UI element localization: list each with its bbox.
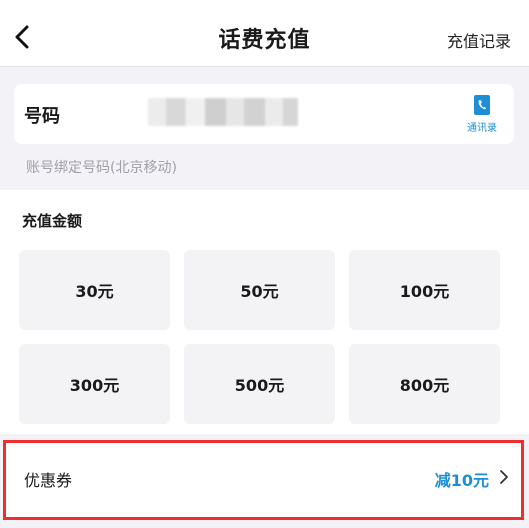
recharge-amount-section: 充值金额 30元 50元 100元 300元 500元 800元 bbox=[0, 190, 529, 434]
amount-options-grid: 30元 50元 100元 300元 500元 800元 bbox=[19, 250, 501, 424]
phone-number-label: 号码 bbox=[24, 106, 60, 127]
amount-option-30[interactable]: 30元 bbox=[19, 250, 170, 330]
top-nav-bar: 话费充值 充值记录 bbox=[0, 0, 529, 67]
contacts-label: 通讯录 bbox=[467, 123, 497, 134]
amount-option-800[interactable]: 800元 bbox=[349, 344, 500, 424]
phone-number-input[interactable] bbox=[148, 98, 298, 126]
chevron-right-icon bbox=[500, 470, 508, 484]
amount-option-500[interactable]: 500元 bbox=[184, 344, 335, 424]
contacts-book-icon bbox=[474, 95, 490, 115]
coupon-discount-value: 减10元 bbox=[434, 471, 489, 490]
phone-number-card: 号码 通讯录 bbox=[14, 84, 514, 144]
recharge-history-link[interactable]: 充值记录 bbox=[447, 28, 511, 52]
coupon-row[interactable]: 优惠券 减10元 bbox=[3, 440, 524, 520]
amount-section-title: 充值金额 bbox=[22, 212, 83, 230]
amount-option-300[interactable]: 300元 bbox=[19, 344, 170, 424]
coupon-label: 优惠券 bbox=[24, 471, 73, 490]
contacts-button[interactable]: 通讯录 bbox=[462, 94, 502, 138]
amount-option-100[interactable]: 100元 bbox=[349, 250, 500, 330]
amount-option-50[interactable]: 50元 bbox=[184, 250, 335, 330]
bound-number-hint: 账号绑定号码(北京移动) bbox=[26, 160, 177, 176]
